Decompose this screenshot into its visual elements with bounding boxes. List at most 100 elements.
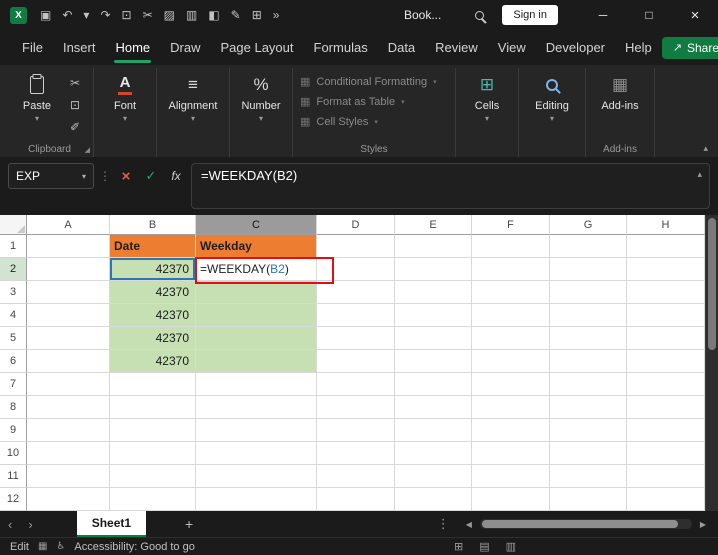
scroll-left-button[interactable]: ◀ [458, 520, 480, 529]
menu-tab-draw[interactable]: Draw [160, 30, 210, 65]
cell-d8[interactable] [317, 396, 395, 419]
sheet-tab-sheet1[interactable]: Sheet1 [76, 511, 147, 537]
copy-button[interactable]: ⊡ [64, 96, 86, 113]
vertical-scrollbar-thumb[interactable] [708, 218, 716, 350]
cell-h1[interactable] [627, 235, 705, 258]
cell-b8[interactable] [110, 396, 196, 419]
cell-f6[interactable] [472, 350, 550, 373]
undo-icon[interactable]: ↶ [62, 9, 72, 21]
cut-button[interactable]: ✂ [64, 74, 86, 91]
name-box[interactable]: EXP ▾ [8, 163, 94, 189]
row-header-2[interactable]: 2 [0, 258, 27, 281]
cell-g11[interactable] [550, 465, 627, 488]
horizontal-scrollbar[interactable] [479, 519, 692, 529]
redo-icon[interactable]: ↷ [100, 9, 110, 21]
undo-chevron-icon[interactable]: ▾ [83, 9, 89, 21]
row-header-11[interactable]: 11 [0, 465, 27, 488]
cell-d9[interactable] [317, 419, 395, 442]
cell-b3[interactable]: 42370 [110, 281, 196, 304]
font-button[interactable]: A Font ▾ [101, 70, 149, 123]
cell-f1[interactable] [472, 235, 550, 258]
styles-item-conditional-formatting[interactable]: ▦ Conditional Formatting ▾ [300, 75, 448, 89]
cell-e1[interactable] [395, 235, 472, 258]
addins-button[interactable]: ▦ Add-ins [593, 70, 647, 112]
paste-button[interactable]: Paste ▾ [13, 70, 61, 123]
cell-g7[interactable] [550, 373, 627, 396]
page-layout-view-icon[interactable]: ▤ [479, 540, 489, 553]
cell-f9[interactable] [472, 419, 550, 442]
cell-e3[interactable] [395, 281, 472, 304]
cell-b1[interactable]: Date [110, 235, 196, 258]
page-break-view-icon[interactable]: ▥ [506, 540, 516, 553]
row-header-6[interactable]: 6 [0, 350, 27, 373]
menu-tab-file[interactable]: File [12, 30, 53, 65]
cell-d2[interactable] [317, 258, 395, 281]
normal-view-icon[interactable]: ⊞ [454, 540, 463, 553]
cell-f11[interactable] [472, 465, 550, 488]
column-header-e[interactable]: E [395, 215, 472, 235]
menu-tab-review[interactable]: Review [425, 30, 488, 65]
cell-d7[interactable] [317, 373, 395, 396]
column-header-f[interactable]: F [472, 215, 550, 235]
next-sheet-button[interactable]: › [20, 511, 40, 537]
insert-function-button[interactable]: fx [166, 163, 186, 189]
cell-b7[interactable] [110, 373, 196, 396]
cell-h11[interactable] [627, 465, 705, 488]
vertical-scrollbar[interactable] [705, 215, 718, 511]
menu-tab-developer[interactable]: Developer [536, 30, 615, 65]
cell-h4[interactable] [627, 304, 705, 327]
chevron-down-icon[interactable]: ▾ [82, 172, 86, 181]
cell-c1[interactable]: Weekday [196, 235, 317, 258]
cell-e7[interactable] [395, 373, 472, 396]
menu-tab-view[interactable]: View [488, 30, 536, 65]
cell-f2[interactable] [472, 258, 550, 281]
row-header-8[interactable]: 8 [0, 396, 27, 419]
menu-tab-home[interactable]: Home [105, 30, 160, 65]
save-icon[interactable]: ▣ [40, 9, 51, 21]
row-header-1[interactable]: 1 [0, 235, 27, 258]
cell-a12[interactable] [27, 488, 110, 511]
cell-h6[interactable] [627, 350, 705, 373]
tab-scroll-grip[interactable]: ⋮ [429, 516, 458, 532]
cell-b4[interactable]: 42370 [110, 304, 196, 327]
cell-d6[interactable] [317, 350, 395, 373]
cell-c3[interactable] [196, 281, 317, 304]
cell-e11[interactable] [395, 465, 472, 488]
cell-b2[interactable]: 42370 [110, 258, 196, 281]
cell-b6[interactable]: 42370 [110, 350, 196, 373]
cell-h8[interactable] [627, 396, 705, 419]
cell-e10[interactable] [395, 442, 472, 465]
cell-h5[interactable] [627, 327, 705, 350]
number-button[interactable]: % Number ▾ [237, 70, 285, 123]
cell-f5[interactable] [472, 327, 550, 350]
formula-input[interactable]: =WEEKDAY(B2) ▴ [191, 163, 710, 209]
cell-c5[interactable] [196, 327, 317, 350]
cell-d1[interactable] [317, 235, 395, 258]
cell-a1[interactable] [27, 235, 110, 258]
cell-c8[interactable] [196, 396, 317, 419]
column-header-c[interactable]: C [196, 215, 317, 235]
row-header-10[interactable]: 10 [0, 442, 27, 465]
cell-g9[interactable] [550, 419, 627, 442]
close-button[interactable]: × [672, 0, 718, 30]
menu-tab-data[interactable]: Data [378, 30, 425, 65]
cell-h2[interactable] [627, 258, 705, 281]
chart-icon[interactable]: ▥ [186, 9, 197, 21]
column-header-g[interactable]: G [550, 215, 627, 235]
enter-button[interactable]: ✓ [141, 163, 161, 189]
row-header-7[interactable]: 7 [0, 373, 27, 396]
cell-a5[interactable] [27, 327, 110, 350]
sign-in-button[interactable]: Sign in [502, 5, 558, 25]
column-header-h[interactable]: H [627, 215, 705, 235]
cell-b9[interactable] [110, 419, 196, 442]
cell-a2[interactable] [27, 258, 110, 281]
menu-tab-page-layout[interactable]: Page Layout [211, 30, 304, 65]
menu-tab-formulas[interactable]: Formulas [304, 30, 378, 65]
horizontal-scrollbar-thumb[interactable] [481, 520, 678, 528]
collapse-formula-bar-button[interactable]: ▴ [697, 169, 702, 180]
cell-g8[interactable] [550, 396, 627, 419]
cell-c11[interactable] [196, 465, 317, 488]
styles-item-format-as-table[interactable]: ▦ Format as Table ▾ [300, 95, 448, 109]
cell-b10[interactable] [110, 442, 196, 465]
row-header-9[interactable]: 9 [0, 419, 27, 442]
